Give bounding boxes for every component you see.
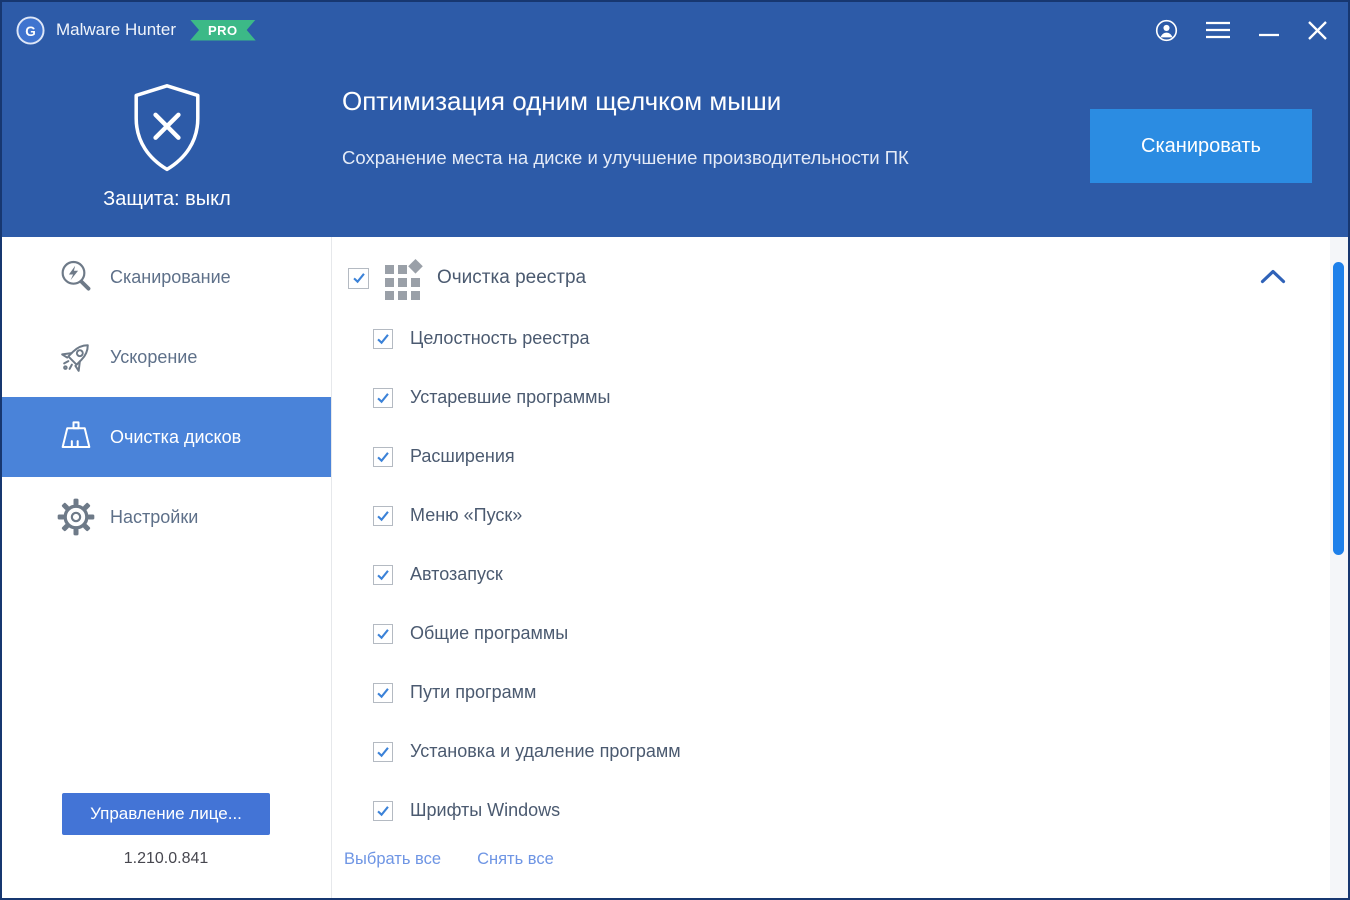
menu-icon[interactable] — [1205, 20, 1231, 40]
app-window: G Malware Hunter PRO Защита: выкл Оптими… — [0, 0, 1350, 900]
item-label: Шрифты Windows — [410, 800, 561, 820]
item-label: Целостность реестра — [410, 328, 590, 348]
header: Защита: выкл Оптимизация одним щелчком м… — [2, 58, 1348, 237]
item-label: Пути программ — [410, 682, 537, 702]
item-label: Расширения — [410, 446, 515, 466]
cleanup-item-row: Целостность реестра — [373, 309, 1348, 368]
cleanup-item-row: Пути программ — [373, 663, 1348, 722]
item-label: Меню «Пуск» — [410, 505, 523, 525]
app-logo-icon: G — [16, 15, 45, 45]
rocket-icon — [61, 344, 89, 372]
group-label: Очистка реестра — [437, 267, 587, 288]
version-label: 1.210.0.841 — [123, 850, 209, 867]
shield-off-icon — [134, 84, 200, 172]
deselect-all-link[interactable]: Снять все — [477, 850, 554, 869]
sidebar-item-label: Сканирование — [110, 266, 231, 287]
cleanup-item-row: Шрифты Windows — [373, 781, 1348, 840]
cleanup-items: Целостность реестра Устаревшие программы… — [348, 309, 1348, 840]
collapse-button[interactable] — [1260, 269, 1286, 284]
item-checkbox[interactable] — [373, 387, 393, 408]
select-all-link[interactable]: Выбрать все — [344, 850, 441, 869]
item-checkbox[interactable] — [373, 682, 393, 703]
app-title: Malware Hunter — [56, 20, 176, 39]
cleanup-item-row: Меню «Пуск» — [373, 486, 1348, 545]
sidebar-item-label: Ускорение — [110, 346, 198, 367]
group-checkbox[interactable] — [348, 267, 369, 289]
scrollbar-track[interactable] — [1330, 237, 1348, 898]
cleanup-group-row: Очистка реестра — [348, 255, 1348, 301]
sidebar-item-label: Настройки — [110, 506, 199, 527]
page-title: Оптимизация одним щелчком мыши — [342, 86, 782, 116]
gear-icon — [57, 498, 95, 536]
scan-button[interactable]: Сканировать — [1090, 109, 1312, 183]
close-button[interactable] — [1307, 20, 1328, 41]
sidebar-item-scan[interactable]: Сканирование — [2, 237, 331, 317]
item-checkbox[interactable] — [373, 741, 393, 762]
cleanup-item-row: Общие программы — [373, 604, 1348, 663]
item-checkbox[interactable] — [373, 505, 393, 526]
svg-text:G: G — [25, 23, 36, 38]
broom-icon — [61, 421, 91, 448]
cleanup-item-row: Установка и удаление программ — [373, 722, 1348, 781]
minimize-button[interactable] — [1258, 20, 1280, 40]
magnifier-lightning-icon — [61, 260, 91, 291]
license-button[interactable]: Управление лице... — [62, 793, 270, 835]
protection-status-block: Защита: выкл — [2, 58, 332, 237]
sidebar-item-speedup[interactable]: Ускорение — [2, 317, 331, 397]
sidebar-item-disk-cleaner[interactable]: Очистка дисков — [2, 397, 331, 477]
cleanup-item-row: Автозапуск — [373, 545, 1348, 604]
titlebar: G Malware Hunter PRO — [2, 2, 1348, 58]
scrollbar-thumb[interactable] — [1333, 262, 1344, 555]
item-label: Устаревшие программы — [410, 387, 611, 407]
sidebar-item-label: Очистка дисков — [110, 426, 242, 447]
item-label: Автозапуск — [410, 564, 503, 584]
chevron-up-icon — [1260, 269, 1286, 284]
page-subtitle: Сохранение места на диске и улучшение пр… — [342, 147, 909, 168]
item-checkbox[interactable] — [373, 564, 393, 585]
sidebar: Сканирование Ускорение Очистка дисков На… — [2, 237, 332, 898]
pro-badge: PRO — [190, 20, 256, 41]
item-label: Установка и удаление программ — [410, 741, 681, 761]
item-label: Общие программы — [410, 623, 569, 643]
item-checkbox[interactable] — [373, 623, 393, 644]
selection-links: Выбрать все Снять все — [344, 850, 1348, 869]
account-icon[interactable] — [1155, 19, 1178, 42]
cleanup-item-row: Расширения — [373, 427, 1348, 486]
sidebar-item-settings[interactable]: Настройки — [2, 477, 331, 557]
cleanup-list-panel: Очистка реестра Целостность реестра Уста… — [332, 237, 1348, 898]
item-checkbox[interactable] — [373, 446, 393, 467]
protection-status-label: Защита: выкл — [103, 188, 231, 210]
cleanup-item-row: Устаревшие программы — [373, 368, 1348, 427]
registry-grid-icon — [385, 259, 423, 300]
item-checkbox[interactable] — [373, 328, 393, 349]
item-checkbox[interactable] — [373, 800, 393, 821]
